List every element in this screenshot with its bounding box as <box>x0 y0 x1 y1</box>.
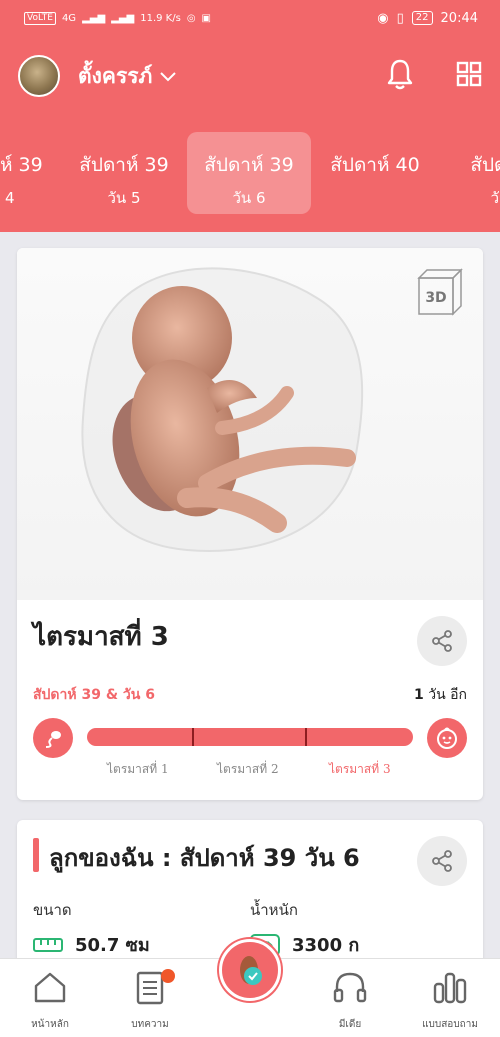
nav-articles-label: บทความ <box>131 1019 169 1030</box>
size-value: 50.7 ซม <box>75 935 150 956</box>
nav-home[interactable]: หน้าหลัก <box>5 967 95 1032</box>
nav-articles[interactable]: บทความ <box>105 967 195 1032</box>
ruler-icon <box>33 937 63 952</box>
headphones-icon <box>305 967 395 1007</box>
3d-badge-label: 3D <box>425 290 446 306</box>
share-button[interactable] <box>417 616 467 666</box>
trimester-progress-bar <box>87 728 413 746</box>
home-icon <box>5 967 95 1007</box>
baby-card-title: ลูกของฉัน : สัปดาห์ 39 วัน 6 <box>49 844 360 872</box>
data-speed: 11.9 K/s <box>140 12 181 24</box>
bar-chart-icon <box>405 967 495 1007</box>
trimester-label-current: ไตรมาสที่ 3 <box>329 762 391 776</box>
status-bar: VoLTE 4G ▂▄▆ ▂▄▆ 11.9 K/s ◎ ▣ ◉ ▯ 22 20:… <box>0 0 500 36</box>
bottom-nav: หน้าหลัก บทความ มีเดีย แบบสอบถาม <box>0 939 500 1037</box>
week-tab-active[interactable]: สัปดาห์ 39 วัน 6 <box>187 132 311 214</box>
week-tab[interactable]: สัปดาห์ 40 <box>313 132 437 214</box>
size-label: ขนาด <box>33 901 72 919</box>
baby-face-icon <box>427 718 467 758</box>
week-tab[interactable]: สัปดาห์ วัน <box>438 132 500 214</box>
share-icon <box>432 850 452 872</box>
chevron-down-icon[interactable] <box>160 66 177 87</box>
grid-menu-icon[interactable] <box>456 61 482 91</box>
instagram-icon: ◎ <box>186 12 196 24</box>
share-button[interactable] <box>417 836 467 886</box>
days-left: 1 วัน อีก <box>414 684 467 706</box>
sperm-icon <box>33 718 73 758</box>
progress-tick <box>192 728 194 746</box>
bell-icon[interactable] <box>386 58 414 94</box>
volte-indicator: VoLTE <box>24 11 56 25</box>
section-accent-bar <box>33 838 39 872</box>
days-left-text: วัน อีก <box>428 687 467 703</box>
header: VoLTE 4G ▂▄▆ ▂▄▆ 11.9 K/s ◎ ▣ ◉ ▯ 22 20:… <box>0 0 500 232</box>
nav-quiz-label: แบบสอบถาม <box>422 1019 478 1030</box>
pregnant-woman-icon <box>240 956 262 985</box>
nav-media-label: มีเดีย <box>338 1019 362 1030</box>
progress-tick <box>305 728 307 746</box>
size-stat: 50.7 ซม <box>33 930 150 959</box>
nav-quiz[interactable]: แบบสอบถาม <box>405 967 495 1032</box>
nav-media[interactable]: มีเดีย <box>305 967 395 1032</box>
signal-icon-2: ▂▄▆ <box>111 12 135 24</box>
trimester-labels: ไตรมาสที่ 1 ไตรมาสที่ 2 ไตรมาสที่ 3 <box>87 760 413 780</box>
signal-icon: ▂▄▆ <box>82 12 106 24</box>
network-type: 4G <box>61 12 77 24</box>
week-tab[interactable]: สัปดาห์ 39 วัน 5 <box>62 132 186 214</box>
nav-home-label: หน้าหลัก <box>31 1019 69 1030</box>
fetus-image[interactable]: 3D <box>17 248 483 600</box>
trimester-label: ไตรมาสที่ 1 <box>107 762 169 776</box>
app-icon: ▣ <box>201 12 211 24</box>
trimester-title: ไตรมาสที่ 3 <box>33 622 169 652</box>
week-selector[interactable]: สัปดาห์ 39 วัน 4 สัปดาห์ 39 วัน 5 สัปดาห… <box>0 130 500 216</box>
current-week-label: สัปดาห์ 39 & วัน 6 <box>33 687 155 703</box>
vibrate-icon: ▯ <box>396 10 404 26</box>
fetus-card: 3D ไตรมาสที่ 3 สัปดาห์ 39 & วัน 6 1 วัน … <box>17 248 483 800</box>
week-tab[interactable]: สัปดาห์ 39 วัน 4 <box>0 132 60 214</box>
avatar[interactable] <box>18 55 60 97</box>
notification-dot <box>161 969 175 983</box>
3d-view-button[interactable]: 3D <box>409 266 467 322</box>
weight-value: 3300 ก <box>292 935 360 956</box>
clock: 20:44 <box>440 10 478 26</box>
days-left-number: 1 <box>414 687 424 703</box>
weight-label: น้ำหนัก <box>250 901 298 919</box>
pregnancy-center-button[interactable] <box>219 939 281 1001</box>
battery-icon: 22 <box>411 11 433 25</box>
share-icon <box>432 630 452 652</box>
article-icon <box>105 967 195 1007</box>
eye-icon: ◉ <box>377 10 389 26</box>
profile-name[interactable]: ตั้งครรภ์ <box>78 60 152 93</box>
trimester-label: ไตรมาสที่ 2 <box>217 762 279 776</box>
